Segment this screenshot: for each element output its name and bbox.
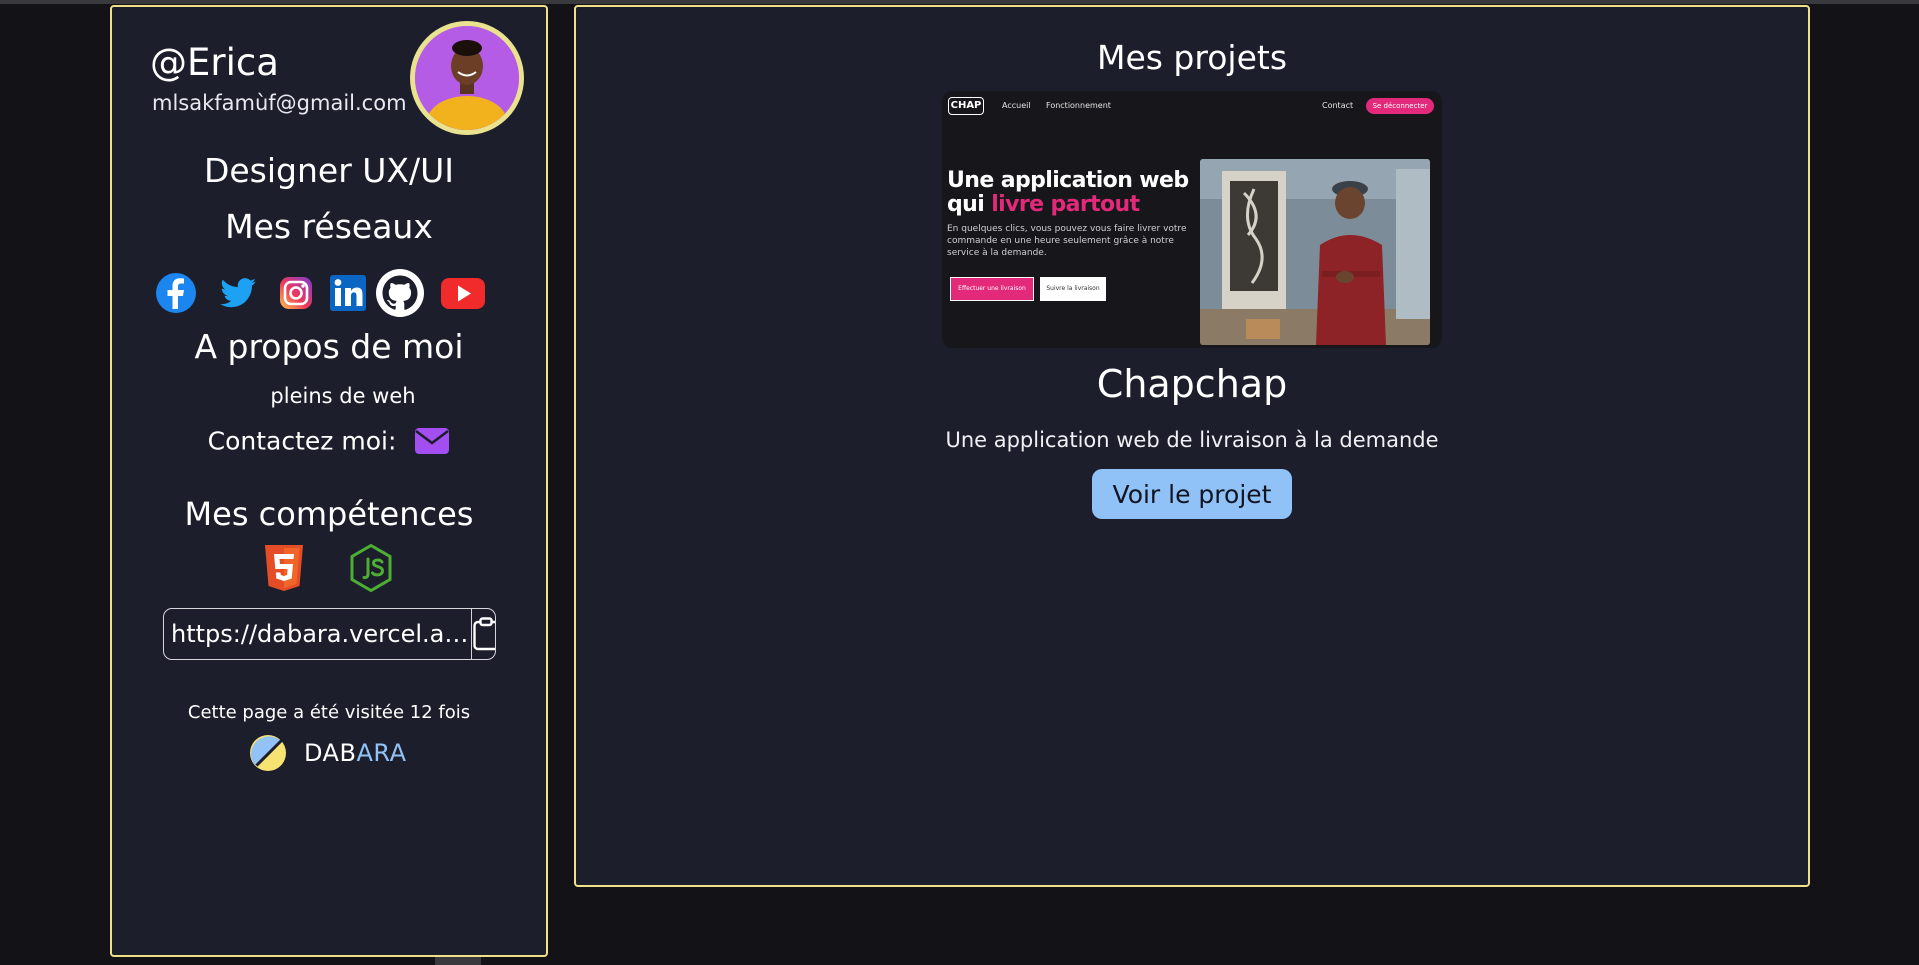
view-project-button[interactable]: Voir le projet [1092,469,1292,519]
preview-logo: CHAP [948,97,984,115]
preview-cta-primary: Effectuer une livraison [950,277,1034,301]
preview-logout-button: Se déconnecter [1366,98,1434,114]
about-text: pleins de weh [270,384,416,408]
window-top-border [0,0,1919,4]
copy-url-button[interactable] [471,609,495,659]
dabara-logo-icon [250,735,286,771]
visit-counter: Cette page a été visitée 12 fois [187,702,471,723]
nodejs-icon [350,543,392,593]
preview-headline-line1: Une application web [947,168,1189,193]
brand-name: DABARA [304,739,407,767]
avatar [410,21,524,135]
preview-nav-link: Accueil [1002,101,1031,110]
projects-title: Mes projets [1096,38,1288,77]
contact-row: Contactez moi: [112,425,546,456]
profile-email: mlsakfamùf@gmail.com [152,91,407,115]
mail-icon[interactable] [414,427,450,455]
about-title: A propos de moi [194,327,464,366]
profile-username: @Erica [150,41,279,84]
preview-headline: Une application web qui livre partout [947,169,1189,217]
scroll-handle[interactable] [435,957,481,965]
profile-role: Designer UX/UI [203,151,455,190]
preview-nav-link: Fonctionnement [1046,101,1111,110]
brand-name-part2: ARA [356,739,407,767]
project-description: Une application web de livraison à la de… [945,428,1439,452]
project-name: Chapchap [1096,362,1288,406]
profile-sidebar: @Erica mlsakfamùf@gmail.com Designer UX/… [110,5,548,957]
preview-navbar: CHAP Accueil Fonctionnement Contact Se d… [942,91,1442,121]
contact-label: Contactez moi: [207,426,397,456]
github-icon[interactable] [374,267,426,319]
social-links [152,269,512,321]
facebook-icon[interactable] [152,269,200,317]
avatar-portrait [415,26,519,130]
brand-footer[interactable]: DABARA [112,733,546,773]
twitter-icon[interactable] [214,269,262,317]
skills-title: Mes compétences [184,495,474,533]
preview-description: En quelques clics, vous pouvez vous fair… [947,224,1187,258]
clipboard-icon [473,617,495,651]
preview-nav-link: Contact [1322,101,1354,110]
share-url-input[interactable] [164,609,471,659]
preview-headline-plain: qui [947,192,985,217]
html5-icon [265,545,303,591]
preview-cta-secondary: Suivre la livraison [1040,277,1106,301]
networks-title: Mes réseaux [225,207,433,246]
youtube-icon[interactable] [438,269,488,317]
skills-list [112,543,546,593]
preview-headline-accent: livre partout [991,192,1140,217]
linkedin-icon[interactable] [324,269,372,317]
brand-name-part1: DAB [304,739,357,767]
preview-delivery-photo [1200,159,1430,345]
instagram-icon[interactable] [272,269,320,317]
projects-panel: Mes projets CHAP Accueil Fonctionnement … [574,5,1810,887]
share-url-field [163,608,496,660]
project-preview-image: CHAP Accueil Fonctionnement Contact Se d… [942,91,1442,348]
